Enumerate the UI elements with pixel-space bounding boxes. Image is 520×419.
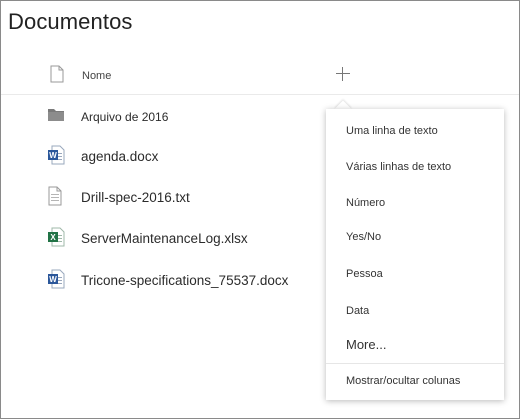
excel-doc-icon: X (47, 227, 65, 252)
page-title: Documentos (8, 9, 133, 34)
plus-icon (336, 73, 350, 74)
list-item[interactable]: Arquivo de 2016 (1, 102, 321, 132)
svg-text:X: X (50, 233, 56, 242)
menu-item-single-line-text[interactable]: Uma linha de texto (346, 125, 438, 137)
svg-text:W: W (49, 151, 57, 160)
menu-item-multiple-lines-text[interactable]: Várias linhas de texto (346, 161, 451, 173)
list-item[interactable]: W agenda.docx (1, 142, 321, 172)
document-type-icon (50, 65, 64, 88)
name-column-header[interactable]: Nome (82, 70, 111, 82)
list-item[interactable]: Drill-spec-2016.txt (1, 183, 321, 213)
menu-item-date[interactable]: Data (346, 305, 369, 317)
add-column-button[interactable] (333, 64, 353, 84)
menu-item-more[interactable]: More... (346, 337, 386, 352)
list-item[interactable]: W Tricone-specifications_75537.docx (1, 266, 321, 296)
menu-item-person[interactable]: Pessoa (346, 268, 383, 280)
file-name[interactable]: Tricone-specifications_75537.docx (81, 273, 288, 288)
text-file-icon (47, 186, 63, 211)
folder-icon (47, 106, 65, 127)
word-doc-icon: W (47, 145, 65, 170)
list-item[interactable]: X ServerMaintenanceLog.xlsx (1, 224, 321, 254)
plus-icon-stroke (342, 67, 343, 81)
file-name[interactable]: Drill-spec-2016.txt (81, 190, 190, 205)
word-doc-icon: W (47, 269, 65, 294)
menu-item-yes-no[interactable]: Yes/No (346, 231, 381, 243)
file-name[interactable]: agenda.docx (81, 149, 158, 164)
column-type-menu: Uma linha de texto Várias linhas de text… (326, 109, 504, 400)
file-name[interactable]: Arquivo de 2016 (81, 110, 168, 124)
column-header-row: Nome (1, 56, 519, 95)
menu-item-number[interactable]: Número (346, 197, 385, 209)
document-library-panel: Documentos Nome Arquivo de 2016 W agenda… (0, 0, 520, 419)
show-hide-columns-button[interactable]: Mostrar/ocultar colunas (346, 375, 460, 387)
svg-text:W: W (49, 275, 57, 284)
file-name[interactable]: ServerMaintenanceLog.xlsx (81, 231, 248, 246)
menu-divider (326, 363, 504, 364)
